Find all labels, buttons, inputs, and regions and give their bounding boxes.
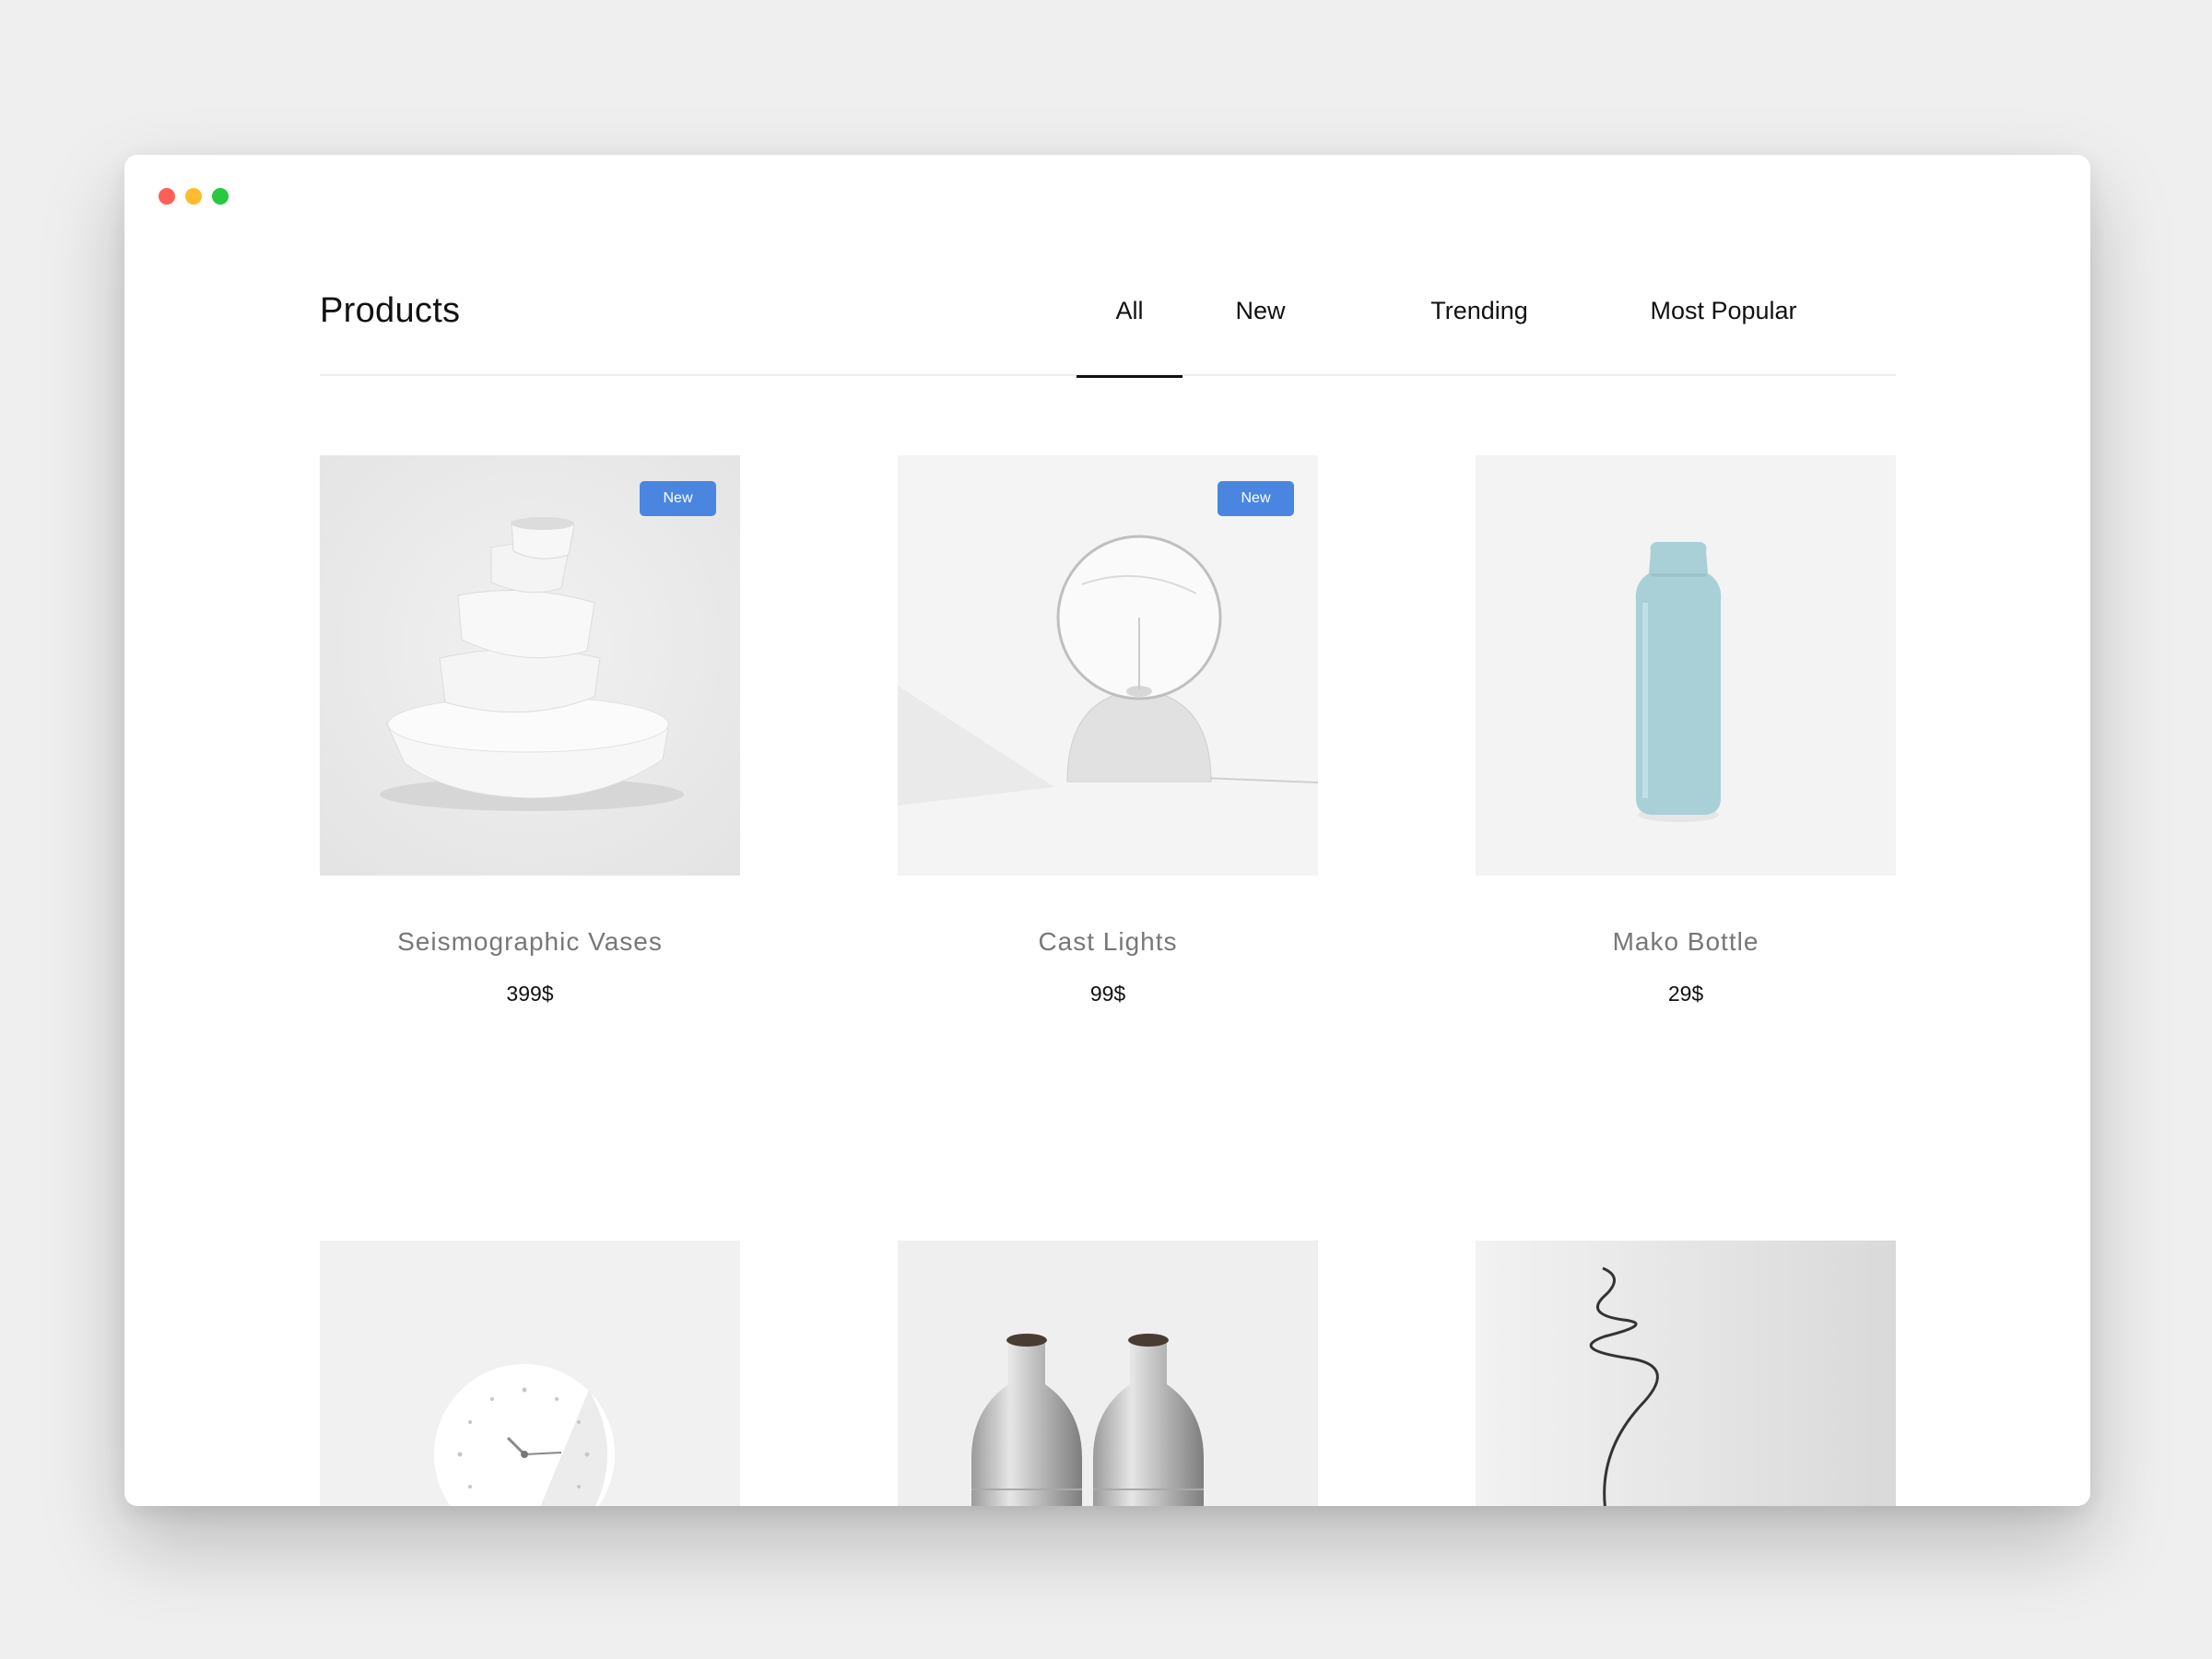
window-controls bbox=[159, 188, 229, 205]
wire-lamp-image[interactable] bbox=[1476, 1241, 1896, 1506]
vase-image[interactable]: New bbox=[320, 455, 740, 876]
product-card[interactable] bbox=[320, 1241, 740, 1506]
tab-new[interactable]: New bbox=[1226, 284, 1295, 376]
product-filter-tabs: All New Trending Most Popular bbox=[320, 284, 1896, 378]
product-price: 399$ bbox=[506, 982, 554, 1006]
bottle-image[interactable] bbox=[1476, 455, 1896, 876]
product-price: 29$ bbox=[1667, 982, 1704, 1006]
product-grid: New Seismographic Vases 399$ New Cast Li… bbox=[320, 455, 1896, 1506]
tab-all[interactable]: All bbox=[1077, 284, 1182, 378]
new-badge: New bbox=[640, 481, 716, 516]
maximize-window-button[interactable] bbox=[212, 188, 229, 205]
clock-image[interactable] bbox=[320, 1241, 740, 1506]
tab-trending[interactable]: Trending bbox=[1415, 284, 1544, 376]
grinders-image[interactable] bbox=[898, 1241, 1318, 1506]
browser-window: Products All New Trending Most Popular N… bbox=[124, 155, 2090, 1506]
close-window-button[interactable] bbox=[159, 188, 175, 205]
product-name[interactable]: Seismographic Vases bbox=[320, 927, 740, 957]
product-price: 99$ bbox=[1089, 982, 1126, 1006]
product-card[interactable]: New Cast Lights 99$ bbox=[898, 455, 1318, 1006]
new-badge: New bbox=[1218, 481, 1294, 516]
product-name[interactable]: Cast Lights bbox=[898, 927, 1318, 957]
tab-most-popular[interactable]: Most Popular bbox=[1627, 284, 1820, 376]
product-card[interactable] bbox=[1476, 1241, 1896, 1506]
products-header: Products All New Trending Most Popular bbox=[320, 284, 1896, 378]
product-card[interactable]: New Seismographic Vases 399$ bbox=[320, 455, 740, 1006]
product-card[interactable]: Mako Bottle 29$ bbox=[1476, 455, 1896, 1006]
minimize-window-button[interactable] bbox=[185, 188, 202, 205]
product-card[interactable] bbox=[898, 1241, 1318, 1506]
product-name[interactable]: Mako Bottle bbox=[1476, 927, 1896, 957]
lamp-image[interactable]: New bbox=[898, 455, 1318, 876]
